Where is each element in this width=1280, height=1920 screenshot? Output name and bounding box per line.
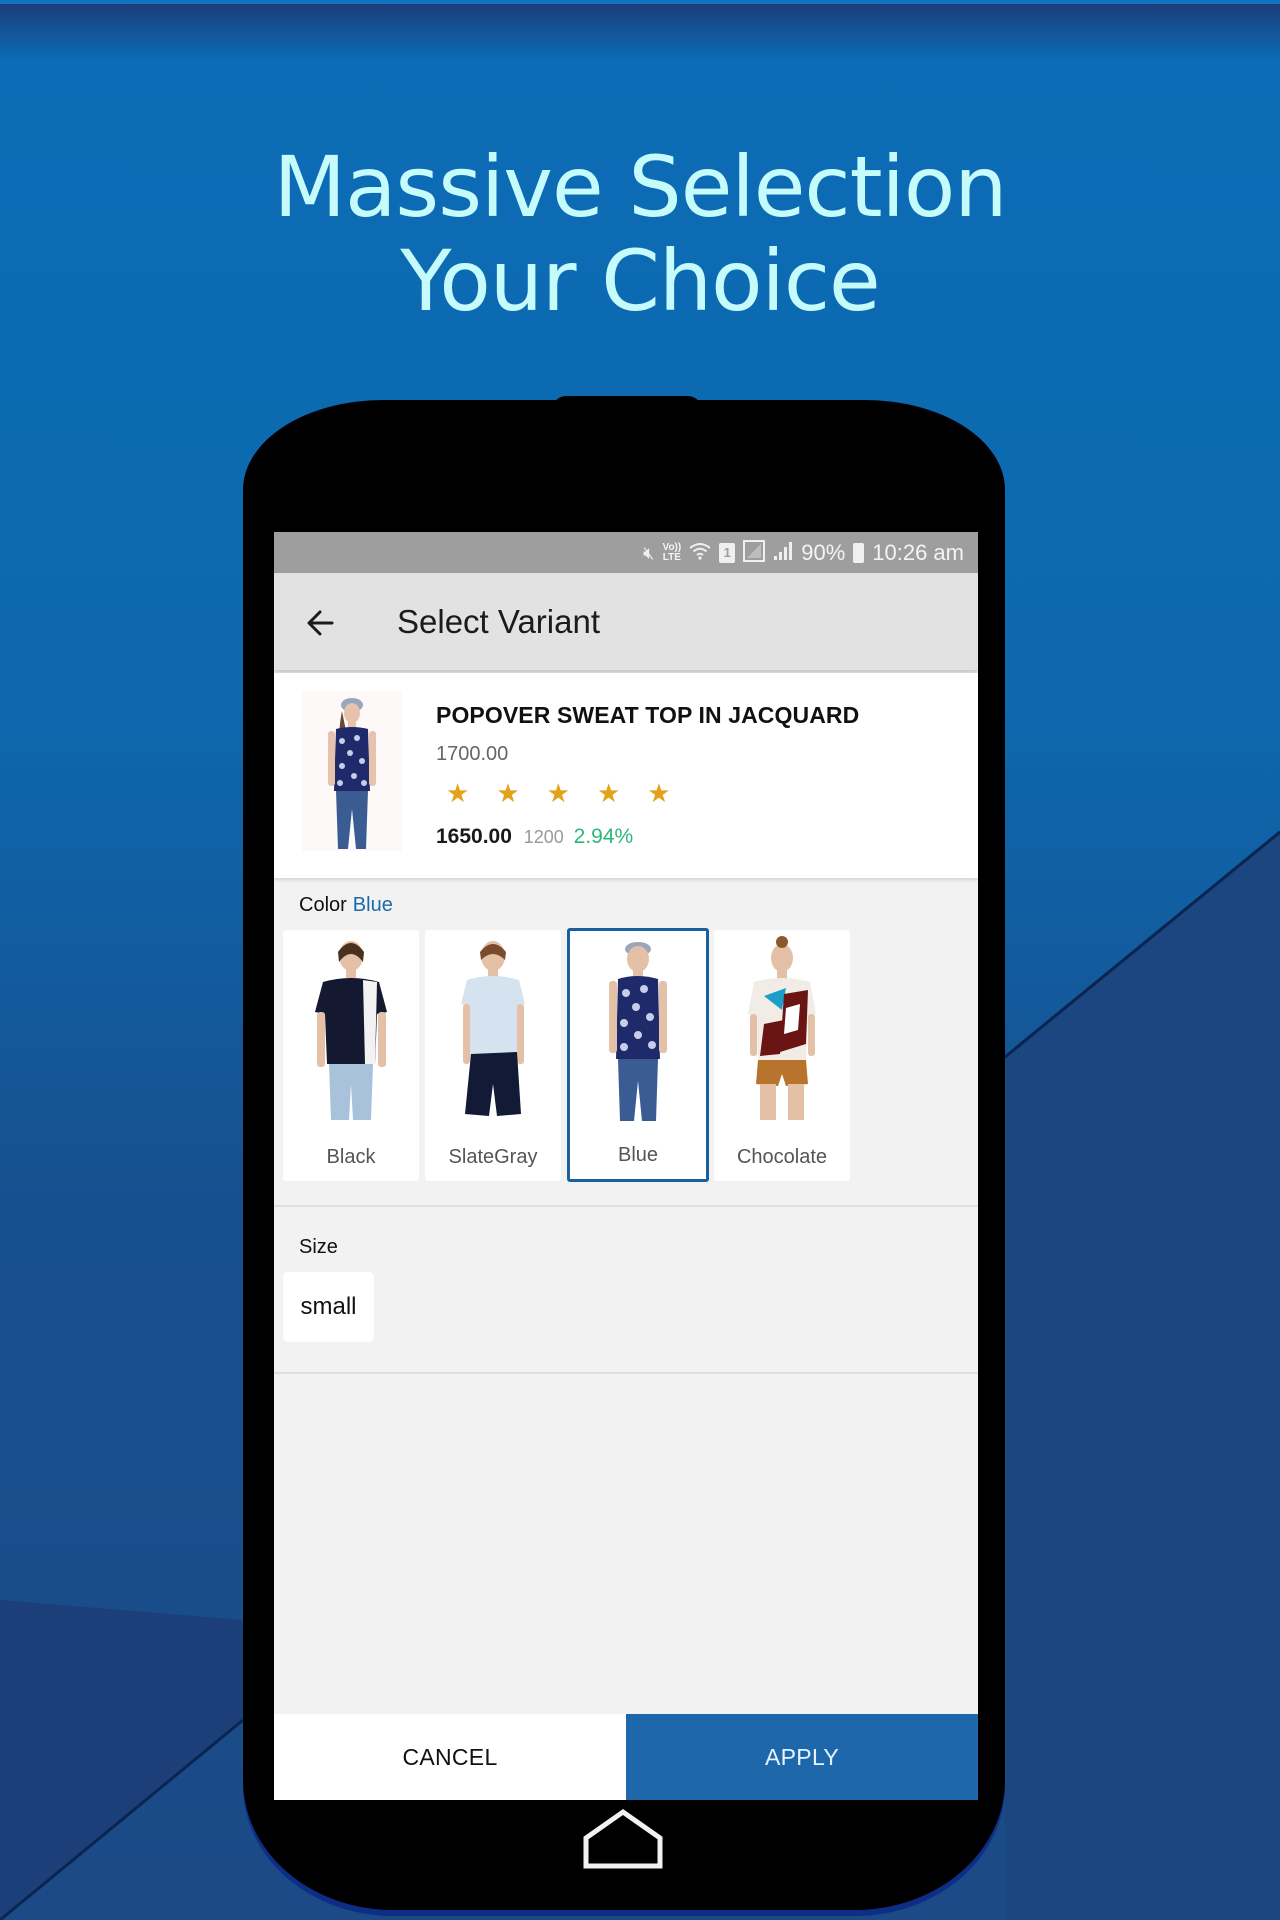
swatch-label: Blue (617, 1144, 659, 1166)
sim-1-icon: 1 (719, 542, 736, 563)
section-divider (274, 1372, 978, 1374)
star-icon: ★ (546, 778, 570, 808)
size-option-small[interactable]: small (283, 1272, 374, 1342)
product-old-price: 1200 (523, 827, 564, 847)
star-icon: ★ (496, 778, 520, 808)
color-swatch-slategray[interactable]: SlateGray (425, 930, 561, 1181)
swatch-label: Chocolate (736, 1146, 828, 1168)
phone-screen: 🔇︎ Vo)) LTE 1 90% 10:26 am Select Variant (274, 532, 978, 1800)
swatch-image-blue (609, 942, 667, 1121)
promo-headline-line-2: Your Choice (400, 232, 881, 330)
page-title: Select Variant (397, 603, 600, 640)
section-divider (274, 1205, 978, 1207)
background-left-panel (0, 1600, 243, 1920)
star-icon: ★ (596, 778, 621, 808)
apply-button[interactable]: APPLY (626, 1714, 978, 1800)
price-row: 1650.00 1200 2.94% (436, 825, 633, 849)
signal-bars-icon (773, 541, 793, 564)
app-bar: Select Variant (274, 573, 978, 670)
battery-percent: 90% (801, 539, 846, 565)
promo-headline: Massive Selection Your Choice (0, 140, 1280, 328)
product-discount: 2.94% (573, 825, 634, 848)
swatch-image-black (315, 941, 387, 1120)
mute-icon: 🔇︎ (643, 542, 655, 563)
phone-notch (552, 396, 702, 410)
swatch-label: Black (326, 1146, 376, 1168)
home-icon[interactable] (578, 1808, 668, 1870)
product-rating: ★ ★ ★ ★ ★ (446, 780, 671, 806)
signal-icon (743, 540, 766, 565)
color-swatch-blue[interactable]: Blue (567, 928, 709, 1182)
action-bar: CANCEL APPLY (274, 1714, 978, 1800)
star-icon: ★ (647, 778, 671, 808)
background-right-panel (1005, 830, 1280, 1920)
product-summary-card: POPOVER SWEAT TOP IN JACQUARD 1700.00 ★ … (274, 673, 978, 878)
product-name: POPOVER SWEAT TOP IN JACQUARD (436, 702, 860, 728)
status-bar: 🔇︎ Vo)) LTE 1 90% 10:26 am (274, 532, 978, 573)
promo-headline-line-1: Massive Selection (273, 138, 1007, 236)
product-image (302, 691, 402, 851)
battery-icon (853, 542, 865, 563)
arrow-left-icon (307, 610, 334, 636)
color-swatch-black[interactable]: Black (283, 930, 419, 1181)
size-label: Size (299, 1236, 338, 1258)
color-swatch-chocolate[interactable]: Chocolate (714, 930, 850, 1181)
swatch-image-slategray (461, 941, 525, 1116)
selected-color-value: Blue (352, 894, 393, 916)
wifi-icon (689, 542, 711, 563)
color-label: Color Blue (299, 894, 393, 917)
star-icon: ★ (446, 778, 470, 808)
back-button[interactable] (302, 603, 342, 643)
product-mrp: 1700.00 (436, 743, 509, 765)
product-price: 1650.00 (436, 825, 512, 848)
swatch-image-chocolate (748, 936, 816, 1120)
color-label-text: Color (299, 894, 347, 916)
status-time: 10:26 am (872, 539, 964, 565)
swatch-label: SlateGray (448, 1146, 538, 1168)
cancel-button[interactable]: CANCEL (274, 1714, 626, 1800)
volte-lte-icon: Vo)) LTE (662, 541, 682, 563)
